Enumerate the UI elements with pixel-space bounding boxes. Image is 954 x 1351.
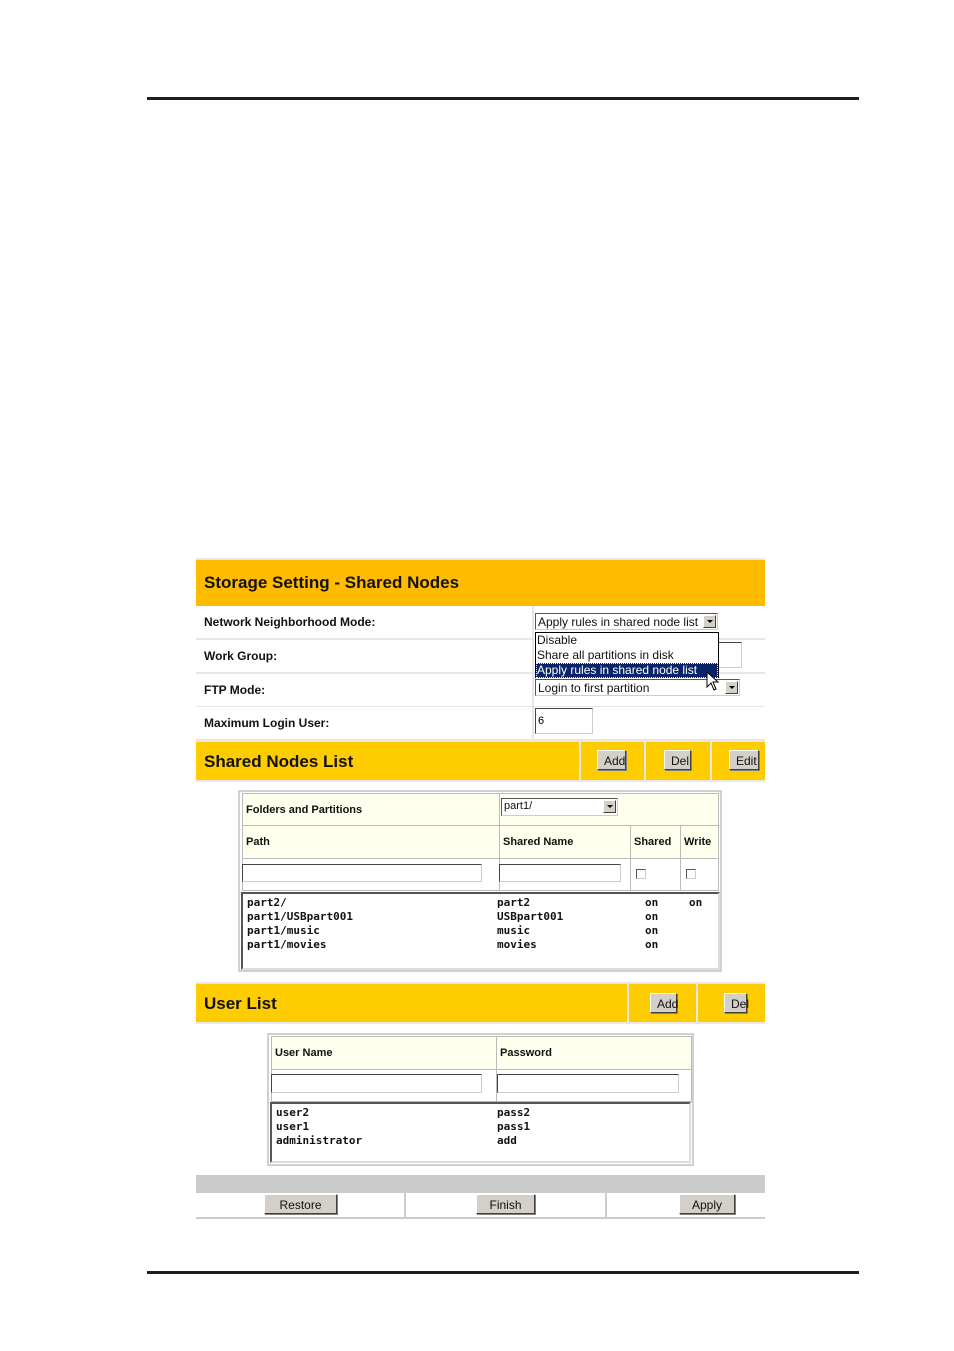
shared-nodes-edit-button[interactable]: Edit: [729, 750, 759, 770]
node-shared: on: [645, 896, 659, 909]
column-divider: [532, 606, 534, 638]
column-divider: [532, 640, 534, 672]
shared-checkbox[interactable]: [636, 869, 646, 879]
node-path: part1/music: [247, 924, 320, 937]
node-path: part1/USBpart001: [247, 910, 353, 923]
list-item[interactable]: part2/ part2 on on: [243, 896, 718, 910]
node-path: part1/movies: [247, 938, 327, 951]
path-input[interactable]: [242, 864, 482, 882]
write-header: Write: [680, 825, 719, 859]
folders-select-value: part1/: [504, 800, 533, 812]
list-item[interactable]: user1 pass1: [272, 1120, 689, 1134]
network-neighborhood-select[interactable]: Apply rules in shared node list: [535, 613, 718, 630]
chevron-down-icon[interactable]: [703, 615, 716, 628]
shared-nodes-title: Shared Nodes List: [204, 752, 354, 771]
shared-header-label: Shared: [634, 836, 672, 848]
dropdown-option[interactable]: Share all partitions in disk: [536, 648, 718, 663]
chevron-down-icon[interactable]: [725, 681, 738, 694]
password-header: Password: [496, 1036, 692, 1070]
network-neighborhood-dropdown[interactable]: Disable Share all partitions in disk App…: [535, 632, 719, 678]
dropdown-option-selected[interactable]: Apply rules in shared node list: [536, 663, 718, 678]
column-divider: [532, 674, 534, 706]
folders-select[interactable]: part1/: [501, 798, 618, 816]
node-name: part2: [497, 896, 531, 909]
node-name: USBpart001: [497, 910, 564, 923]
node-write: on: [689, 896, 703, 909]
column-divider: [627, 984, 629, 1022]
node-name: music: [497, 924, 531, 937]
shared-header: Shared: [630, 825, 681, 859]
page-title-bar: Storage Setting - Shared Nodes: [196, 558, 765, 606]
folders-label: Folders and Partitions: [246, 804, 363, 816]
shared-name-header: Shared Name: [499, 825, 631, 859]
column-divider: [579, 742, 581, 780]
finish-button[interactable]: Finish: [476, 1194, 535, 1214]
list-item[interactable]: part1/music music on: [243, 924, 718, 938]
ftp-mode-label: FTP Mode:: [204, 683, 266, 697]
max-login-input[interactable]: 6: [535, 708, 593, 734]
shared-nodes-del-button[interactable]: Del: [664, 750, 691, 770]
node-shared: on: [645, 938, 659, 951]
max-login-value: 6: [538, 715, 545, 727]
column-divider: [605, 1193, 607, 1217]
column-divider: [696, 984, 698, 1022]
max-login-row: Maximum Login User:: [196, 707, 765, 741]
footer-bar: [196, 1175, 765, 1193]
user-name: user1: [276, 1120, 310, 1133]
column-divider: [644, 742, 646, 780]
network-neighborhood-label: Network Neighborhood Mode:: [204, 615, 376, 629]
user-name-header: User Name: [271, 1036, 497, 1070]
column-divider: [532, 707, 534, 739]
node-shared: on: [645, 924, 659, 937]
user-list-section-bar: User List: [196, 982, 765, 1024]
write-checkbox[interactable]: [686, 869, 696, 879]
chevron-down-icon[interactable]: [603, 800, 616, 813]
list-item[interactable]: administrator add: [272, 1134, 689, 1148]
write-header-label: Write: [684, 836, 712, 848]
user-listbox[interactable]: user2 pass2 user1 pass1 administrator ad…: [270, 1102, 691, 1163]
list-item[interactable]: part1/movies movies on: [243, 938, 718, 952]
node-shared: on: [645, 910, 659, 923]
shared-nodes-listbox[interactable]: part2/ part2 on on part1/USBpart001 USBp…: [241, 892, 720, 970]
list-item[interactable]: part1/USBpart001 USBpart001 on: [243, 910, 718, 924]
user-list-title: User List: [204, 994, 277, 1013]
user-name-header-label: User Name: [275, 1047, 333, 1059]
user-password: pass2: [497, 1106, 531, 1119]
dropdown-option[interactable]: Disable: [536, 633, 718, 648]
work-group-label: Work Group:: [204, 649, 278, 663]
ftp-mode-value: Login to first partition: [538, 681, 650, 695]
network-neighborhood-value: Apply rules in shared node list: [538, 615, 699, 629]
mouse-pointer-icon: [706, 671, 720, 691]
user-name: administrator: [276, 1134, 363, 1147]
page-title: Storage Setting - Shared Nodes: [204, 573, 460, 592]
column-divider: [710, 742, 712, 780]
shared-nodes-add-button[interactable]: Add: [597, 750, 626, 770]
node-path: part2/: [247, 896, 287, 909]
path-header: Path: [242, 825, 500, 859]
page-bottom-rule: [147, 1271, 859, 1274]
shared-name-input[interactable]: [499, 864, 621, 882]
column-divider: [404, 1193, 406, 1217]
user-name-input[interactable]: [271, 1074, 482, 1093]
shared-name-header-label: Shared Name: [503, 836, 574, 848]
node-name: movies: [497, 938, 537, 951]
user-password: add: [497, 1134, 517, 1147]
password-input[interactable]: [497, 1074, 679, 1093]
path-header-label: Path: [246, 836, 270, 848]
user-password: pass1: [497, 1120, 531, 1133]
user-add-button[interactable]: Add: [650, 993, 678, 1013]
user-del-button[interactable]: Del: [724, 993, 749, 1013]
apply-button[interactable]: Apply: [679, 1194, 735, 1214]
user-name: user2: [276, 1106, 310, 1119]
page-top-rule: [147, 97, 859, 100]
max-login-label: Maximum Login User:: [204, 716, 330, 730]
password-header-label: Password: [500, 1047, 552, 1059]
restore-button[interactable]: Restore: [264, 1194, 337, 1214]
list-item[interactable]: user2 pass2: [272, 1106, 689, 1120]
folders-label-cell: Folders and Partitions: [242, 793, 500, 826]
